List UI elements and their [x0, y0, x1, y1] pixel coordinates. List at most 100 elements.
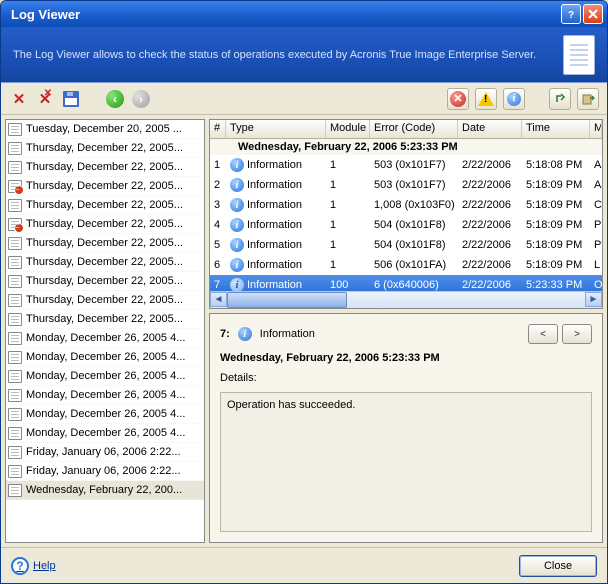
col-message[interactable]: M: [590, 120, 602, 138]
grid-header[interactable]: # Type Module Error (Code) Date Time M: [210, 120, 602, 139]
titlebar[interactable]: Log Viewer ?: [1, 1, 607, 27]
log-icon: [8, 427, 22, 440]
info-icon: i: [230, 198, 244, 212]
session-list-item[interactable]: Monday, December 26, 2005 4...: [6, 386, 204, 405]
col-type[interactable]: Type: [226, 120, 326, 138]
info-icon: i: [230, 238, 244, 252]
cell-type: iInformation: [226, 278, 326, 291]
session-list-item[interactable]: Monday, December 26, 2005 4...: [6, 424, 204, 443]
help-link[interactable]: ? Help: [11, 557, 56, 575]
titlebar-close-button[interactable]: [583, 4, 603, 24]
cell-type: iInformation: [226, 158, 326, 172]
session-list-item[interactable]: Thursday, December 22, 2005...: [6, 310, 204, 329]
log-icon: [8, 313, 22, 326]
cell-number: 7: [210, 279, 226, 291]
log-session-list[interactable]: Tuesday, December 20, 2005 ...Thursday, …: [5, 119, 205, 543]
grid-row[interactable]: 6iInformation1506 (0x101FA)2/22/20065:18…: [210, 255, 602, 275]
session-list-item[interactable]: Thursday, December 22, 2005...: [6, 158, 204, 177]
session-list-item[interactable]: Thursday, December 22, 2005...: [6, 272, 204, 291]
session-list-item[interactable]: Friday, January 06, 2006 2:22...: [6, 443, 204, 462]
header-band: The Log Viewer allows to check the statu…: [1, 27, 607, 83]
close-button-label: Close: [544, 560, 572, 572]
col-date[interactable]: Date: [458, 120, 522, 138]
session-list-label: Friday, January 06, 2006 2:22...: [26, 446, 181, 458]
cell-time: 5:18:09 PM: [522, 259, 590, 271]
info-icon: i: [230, 218, 244, 232]
session-list-label: Thursday, December 22, 2005...: [26, 199, 183, 211]
grid-row[interactable]: 4iInformation1504 (0x101F8)2/22/20065:18…: [210, 215, 602, 235]
session-list-item[interactable]: Monday, December 26, 2005 4...: [6, 405, 204, 424]
cell-module: 1: [326, 179, 370, 191]
grid-row[interactable]: 1iInformation1503 (0x101F7)2/22/20065:18…: [210, 155, 602, 175]
cell-msg: L: [590, 259, 602, 271]
nav-back-button[interactable]: ‹: [105, 89, 125, 109]
session-list-item[interactable]: Thursday, December 22, 2005...: [6, 177, 204, 196]
detail-prev-button[interactable]: <: [528, 324, 558, 344]
col-number[interactable]: #: [210, 120, 226, 138]
session-list-item[interactable]: Thursday, December 22, 2005...: [6, 139, 204, 158]
col-module[interactable]: Module: [326, 120, 370, 138]
error-icon: ✕: [450, 91, 466, 107]
log-icon: [8, 161, 22, 174]
filter-info-button[interactable]: i: [503, 88, 525, 110]
cell-type: iInformation: [226, 238, 326, 252]
session-list-item[interactable]: Thursday, December 22, 2005...: [6, 291, 204, 310]
cell-error: 503 (0x101F7): [370, 179, 458, 191]
titlebar-help-button[interactable]: ?: [561, 4, 581, 24]
export-button[interactable]: [577, 88, 599, 110]
grid-group-header: Wednesday, February 22, 2006 5:23:33 PM: [210, 139, 602, 155]
export-icon: [581, 92, 595, 106]
content-area: Tuesday, December 20, 2005 ...Thursday, …: [1, 115, 607, 547]
log-icon: [8, 256, 22, 269]
session-list-item[interactable]: Friday, January 06, 2006 2:22...: [6, 462, 204, 481]
scroll-thumb[interactable]: [227, 292, 347, 308]
cell-error: 504 (0x101F8): [370, 219, 458, 231]
col-error[interactable]: Error (Code): [370, 120, 458, 138]
log-error-icon: [8, 180, 22, 193]
delete-log-button[interactable]: ✕: [9, 89, 29, 109]
cell-module: 1: [326, 219, 370, 231]
detail-next-button[interactable]: >: [562, 324, 592, 344]
info-icon: i: [230, 158, 244, 172]
footer: ? Help Close: [1, 547, 607, 583]
log-icon: [8, 465, 22, 478]
log-icon: [8, 275, 22, 288]
session-list-label: Monday, December 26, 2005 4...: [26, 389, 185, 401]
session-list-item[interactable]: Wednesday, February 22, 200...: [6, 481, 204, 500]
log-icon: [8, 199, 22, 212]
nav-forward-button[interactable]: ›: [131, 89, 151, 109]
grid-row[interactable]: 5iInformation1504 (0x101F8)2/22/20065:18…: [210, 235, 602, 255]
cell-error: 504 (0x101F8): [370, 239, 458, 251]
session-list-item[interactable]: Thursday, December 22, 2005...: [6, 253, 204, 272]
session-list-item[interactable]: Thursday, December 22, 2005...: [6, 215, 204, 234]
session-list-item[interactable]: Thursday, December 22, 2005...: [6, 234, 204, 253]
log-entries-grid[interactable]: # Type Module Error (Code) Date Time M W…: [209, 119, 603, 309]
cell-number: 5: [210, 239, 226, 251]
session-list-item[interactable]: Tuesday, December 20, 2005 ...: [6, 120, 204, 139]
session-list-item[interactable]: Monday, December 26, 2005 4...: [6, 367, 204, 386]
session-list-label: Thursday, December 22, 2005...: [26, 313, 183, 325]
filter-warning-button[interactable]: [475, 88, 497, 110]
scroll-track[interactable]: [227, 292, 585, 308]
delete-all-logs-button[interactable]: ✕✕: [35, 89, 55, 109]
scroll-right-button[interactable]: ►: [585, 292, 602, 307]
cell-date: 2/22/2006: [458, 259, 522, 271]
save-log-button[interactable]: [61, 89, 81, 109]
session-list-item[interactable]: Monday, December 26, 2005 4...: [6, 329, 204, 348]
close-button[interactable]: Close: [519, 555, 597, 577]
col-time[interactable]: Time: [522, 120, 590, 138]
grid-row[interactable]: 3iInformation11,008 (0x103F0)2/22/20065:…: [210, 195, 602, 215]
refresh-button[interactable]: [549, 88, 571, 110]
grid-horizontal-scrollbar[interactable]: ◄ ►: [210, 291, 602, 308]
session-list-label: Thursday, December 22, 2005...: [26, 180, 183, 192]
scroll-left-button[interactable]: ◄: [210, 292, 227, 307]
grid-row[interactable]: 7iInformation1006 (0x640006)2/22/20065:2…: [210, 275, 602, 291]
filter-error-button[interactable]: ✕: [447, 88, 469, 110]
session-list-label: Thursday, December 22, 2005...: [26, 161, 183, 173]
grid-row[interactable]: 2iInformation1503 (0x101F7)2/22/20065:18…: [210, 175, 602, 195]
session-list-item[interactable]: Monday, December 26, 2005 4...: [6, 348, 204, 367]
session-list-item[interactable]: Thursday, December 22, 2005...: [6, 196, 204, 215]
cell-date: 2/22/2006: [458, 239, 522, 251]
cell-module: 1: [326, 159, 370, 171]
cell-module: 1: [326, 239, 370, 251]
